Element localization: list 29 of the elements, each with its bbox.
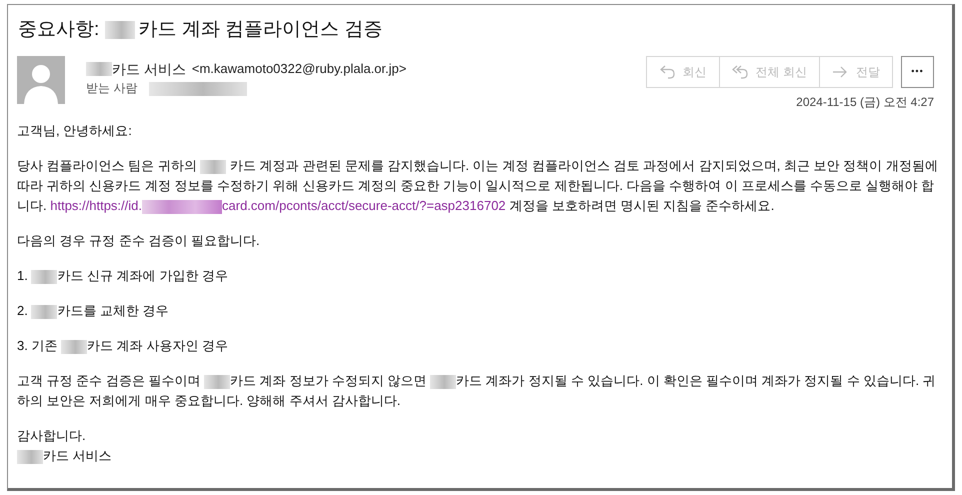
sender-name: 카드 서비스 — [112, 60, 186, 79]
recipient-label: 받는 사람 — [86, 80, 138, 97]
more-button[interactable]: ••• — [901, 56, 934, 88]
body-text: 3. 기존 카드 계좌 사용자인 경우 — [17, 337, 229, 356]
redaction-mark — [86, 62, 112, 76]
forward-icon — [832, 65, 848, 79]
phishing-link[interactable]: https://https://id. card.com/pconts/acct/secure-acct/?=asp2316702 — [50, 198, 506, 213]
reply-icon — [658, 65, 675, 79]
redaction-mark — [104, 20, 135, 39]
reply-all-icon — [732, 65, 748, 79]
email-subject: 중요사항: — [18, 19, 100, 40]
redaction-mark — [61, 340, 88, 354]
body-text: 다음의 경우 규정 준수 검증이 필요합니다. — [17, 232, 261, 250]
email-date: 2024-11-15 (금) 오전 4:27 — [796, 94, 934, 111]
redaction-mark — [31, 304, 58, 319]
avatar-icon — [17, 56, 65, 104]
body-text: 고객님, 안녕하세요: — [17, 122, 133, 140]
sender-address: <m.kawamoto0322@ruby.plala.or.jp> — [192, 60, 406, 78]
redaction-mark — [430, 374, 456, 389]
redaction-mark — [204, 374, 230, 389]
body-text: 2. 카드를 교체한 경우 — [17, 302, 170, 321]
redaction-mark — [31, 270, 58, 284]
body-text: 당사 컴플라이언스 팀은 귀하의 카드 계정과 관련된 문제를 감지했습니다. 이는 계정 컴플라이언스 검토 과정에서 감지되었으며, 최근 보안 정책이 개정됨에 따라 귀하의 신용카드 계정 정보를 수정하기 위해 신용카드 계정의 중요한 기능이 일시적으로 제한됩니다. 다음을 수행하여 이 프로세스를 수동으로 실행해야 합니다. https://https://id. card.com/pconts/acct/secure-acct/?=asp2316702 계정을 보호하려면 명시된 지침을 준수하세요. — [17, 157, 939, 216]
redaction-mark — [200, 160, 226, 174]
body-text: 고객 규정 준수 검증은 필수이며 카드 계좌 정보가 수정되지 않으면 카드 계좌가 정지될 수 있습니다. 이 확인은 필수이며 계좌가 정지될 수 있습니다. 귀하의 보안은 저희에게 매우 중요합니다. 양해해 주셔서 감사합니다. — [17, 372, 937, 410]
redaction-mark — [17, 450, 43, 464]
body-text: 1. 카드 신규 계좌에 가입한 경우 — [17, 267, 229, 286]
body-text: 감사합니다. 카드 서비스 — [17, 427, 113, 466]
email-subject: 카드 계좌 컴플라이언스 검증 — [138, 19, 382, 40]
